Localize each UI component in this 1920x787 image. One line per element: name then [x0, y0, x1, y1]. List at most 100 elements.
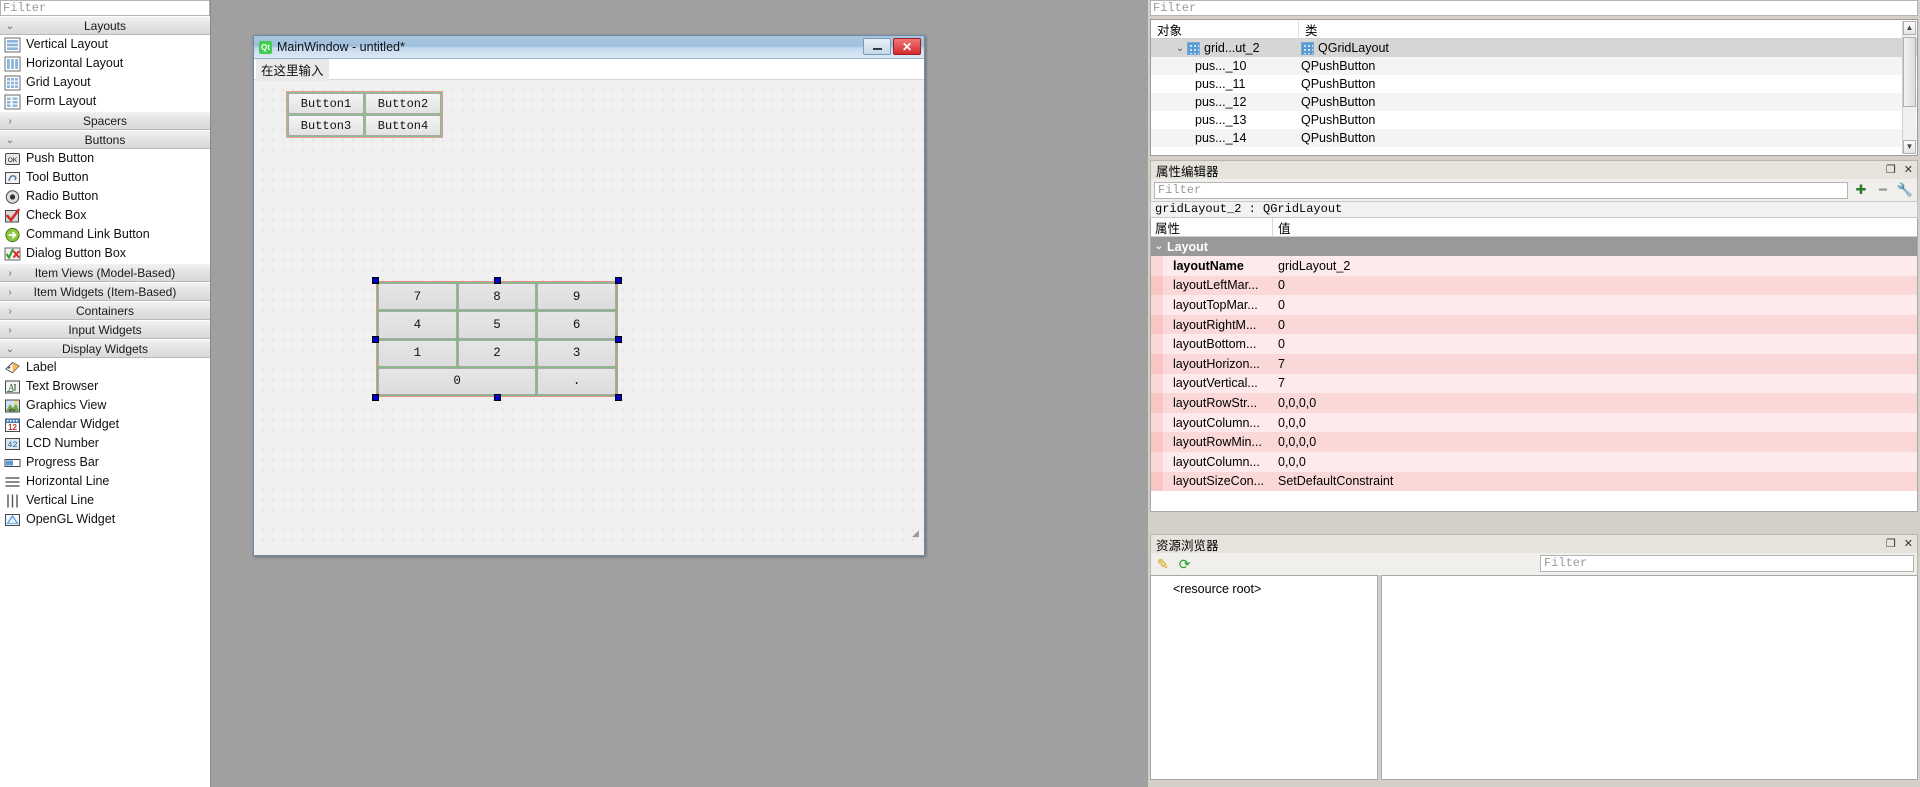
- widget-item-check-box[interactable]: Check Box: [0, 206, 210, 225]
- widget-item-tool-button[interactable]: Tool Button: [0, 168, 210, 187]
- property-value[interactable]: 0,0,0: [1273, 451, 1917, 472]
- resize-handle-bottom-center[interactable]: [494, 394, 501, 401]
- object-inspector-row[interactable]: pus..._13 QPushButton: [1151, 111, 1917, 129]
- minimize-button[interactable]: [863, 38, 891, 55]
- widget-item-push-button[interactable]: OK Push Button: [0, 149, 210, 168]
- calc-button-1[interactable]: 1: [378, 339, 457, 367]
- property-row[interactable]: layoutLeftMar... 0: [1151, 275, 1917, 296]
- object-inspector-scrollbar[interactable]: ▲ ▼: [1902, 21, 1916, 154]
- widget-item-horizontal-line[interactable]: Horizontal Line: [0, 472, 210, 491]
- property-row[interactable]: layoutColumn... 0,0,0: [1151, 451, 1917, 472]
- widget-item-command-link-button[interactable]: Command Link Button: [0, 225, 210, 244]
- property-value[interactable]: SetDefaultConstraint: [1273, 471, 1917, 492]
- widget-item-label[interactable]: Label: [0, 358, 210, 377]
- resource-preview-pane[interactable]: [1381, 575, 1918, 780]
- property-value[interactable]: 0: [1273, 314, 1917, 335]
- resource-tree[interactable]: <resource root>: [1150, 575, 1378, 780]
- widget-item-calendar-widget[interactable]: 12 Calendar Widget: [0, 415, 210, 434]
- resize-handle-bottom-left[interactable]: [372, 394, 379, 401]
- form-menu-bar[interactable]: 在这里输入: [254, 57, 924, 81]
- form-push-button-button1[interactable]: Button1: [288, 93, 364, 114]
- widget-group-input-widgets[interactable]: › Input Widgets: [0, 320, 210, 339]
- widget-group-item-widgets-item-based[interactable]: › Item Widgets (Item-Based): [0, 282, 210, 301]
- scroll-up-button[interactable]: ▲: [1903, 21, 1916, 35]
- property-value[interactable]: 0: [1273, 275, 1917, 296]
- property-row[interactable]: layoutColumn... 0,0,0: [1151, 412, 1917, 433]
- top-button-grid-layout[interactable]: Button1 Button2 Button3 Button4: [286, 91, 443, 138]
- property-row[interactable]: layoutRowMin... 0,0,0,0: [1151, 432, 1917, 452]
- widget-group-buttons[interactable]: ⌄ Buttons: [0, 130, 210, 149]
- resize-handle-top-left[interactable]: [372, 277, 379, 284]
- widget-item-dialog-button-box[interactable]: Dialog Button Box: [0, 244, 210, 263]
- calc-button-5[interactable]: 5: [457, 311, 537, 339]
- property-row[interactable]: layoutTopMar... 0: [1151, 295, 1917, 315]
- property-value[interactable]: gridLayout_2: [1273, 256, 1917, 276]
- property-value[interactable]: 0,0,0,0: [1273, 432, 1917, 452]
- close-button[interactable]: ✕: [893, 38, 921, 55]
- resize-handle-middle-right[interactable]: [615, 336, 622, 343]
- group-expander-icon[interactable]: ⌄: [1151, 241, 1167, 252]
- add-property-icon[interactable]: ✚: [1852, 182, 1870, 199]
- widget-item-progress-bar[interactable]: Progress Bar: [0, 453, 210, 472]
- property-row[interactable]: layoutRightM... 0: [1151, 314, 1917, 335]
- property-editor-float-button[interactable]: ❐: [1886, 163, 1896, 177]
- resource-browser-close-button[interactable]: ✕: [1904, 537, 1913, 551]
- property-row[interactable]: layoutSizeCon... SetDefaultConstraint: [1151, 471, 1917, 492]
- form-push-button-button3[interactable]: Button3: [288, 115, 364, 136]
- object-inspector-row[interactable]: pus..._10 QPushButton: [1151, 57, 1917, 75]
- property-row[interactable]: layoutBottom... 0: [1151, 334, 1917, 354]
- reload-resources-icon[interactable]: ⟳: [1179, 556, 1191, 573]
- widget-item-vertical-line[interactable]: Vertical Line: [0, 491, 210, 510]
- resource-root-item[interactable]: <resource root>: [1173, 582, 1261, 596]
- resource-browser-float-button[interactable]: ❐: [1886, 537, 1896, 551]
- main-window-form[interactable]: Qt MainWindow - untitled* ✕ 在这里输入 Button…: [253, 35, 925, 556]
- object-inspector-row[interactable]: pus..._11 QPushButton: [1151, 75, 1917, 93]
- widget-group-display-widgets[interactable]: ⌄ Display Widgets: [0, 339, 210, 358]
- edit-resources-icon[interactable]: ✎: [1157, 556, 1169, 573]
- resize-handle-bottom-right[interactable]: [615, 394, 622, 401]
- property-editor-close-button[interactable]: ✕: [1904, 163, 1913, 177]
- remove-property-icon[interactable]: ━: [1874, 182, 1892, 199]
- property-value[interactable]: 0: [1273, 334, 1917, 354]
- property-value[interactable]: 0: [1273, 295, 1917, 315]
- calc-button-7[interactable]: 7: [378, 283, 457, 311]
- widget-item-form-layout[interactable]: Form Layout: [0, 92, 210, 111]
- property-value[interactable]: 0,0,0: [1273, 412, 1917, 433]
- widget-group-layouts[interactable]: ⌄ Layouts: [0, 16, 210, 35]
- scroll-down-button[interactable]: ▼: [1903, 140, 1916, 154]
- widget-group-item-views-model-based[interactable]: › Item Views (Model-Based): [0, 263, 210, 282]
- object-inspector-row[interactable]: pus..._14 QPushButton: [1151, 129, 1917, 147]
- widget-item-graphics-view[interactable]: abc Graphics View: [0, 396, 210, 415]
- calc-button-3[interactable]: 3: [537, 339, 616, 367]
- resize-handle-top-right[interactable]: [615, 277, 622, 284]
- menu-type-here-placeholder[interactable]: 在这里输入: [256, 57, 329, 81]
- widget-box-filter-input[interactable]: Filter: [0, 0, 210, 16]
- form-push-button-button4[interactable]: Button4: [365, 115, 441, 136]
- property-row[interactable]: layoutName gridLayout_2: [1151, 256, 1917, 276]
- widget-item-grid-layout[interactable]: Grid Layout: [0, 73, 210, 92]
- widget-item-opengl-widget[interactable]: OpenGL Widget: [0, 510, 210, 529]
- property-value[interactable]: 7: [1273, 353, 1917, 374]
- object-inspector-filter-input[interactable]: Filter: [1150, 0, 1918, 16]
- calc-button-8[interactable]: 8: [457, 283, 537, 311]
- resize-handle-middle-left[interactable]: [372, 336, 379, 343]
- calc-button-dot[interactable]: .: [537, 367, 616, 395]
- calculator-grid-layout[interactable]: 789 456 1230.: [376, 281, 618, 397]
- property-row[interactable]: layoutRowStr... 0,0,0,0: [1151, 393, 1917, 413]
- form-title-bar[interactable]: Qt MainWindow - untitled* ✕: [254, 36, 924, 59]
- resize-handle-top-center[interactable]: [494, 277, 501, 284]
- calc-button-2[interactable]: 2: [457, 339, 537, 367]
- widget-item-horizontal-layout[interactable]: Horizontal Layout: [0, 54, 210, 73]
- property-group-layout[interactable]: ⌄ Layout: [1151, 237, 1917, 256]
- scroll-thumb[interactable]: [1903, 37, 1916, 107]
- form-central-widget[interactable]: Button1 Button2 Button3 Button4 789 456 1230.…: [254, 81, 924, 541]
- widget-item-lcd-number[interactable]: 42 LCD Number: [0, 434, 210, 453]
- widget-item-text-browser[interactable]: A I Text Browser: [0, 377, 210, 396]
- calculator-grid-selection[interactable]: 789 456 1230.: [372, 277, 622, 401]
- property-row[interactable]: layoutHorizon... 7: [1151, 353, 1917, 374]
- form-editor-canvas[interactable]: Qt MainWindow - untitled* ✕ 在这里输入 Button…: [211, 0, 1148, 787]
- property-row[interactable]: layoutVertical... 7: [1151, 373, 1917, 394]
- object-inspector-row[interactable]: pus..._12 QPushButton: [1151, 93, 1917, 111]
- widget-group-spacers[interactable]: › Spacers: [0, 111, 210, 130]
- widget-item-radio-button[interactable]: Radio Button: [0, 187, 210, 206]
